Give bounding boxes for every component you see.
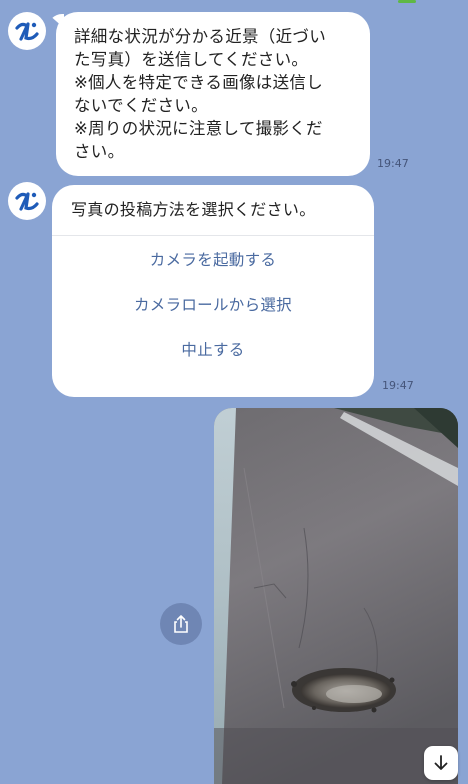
message-line: た写真）を送信してください。 — [74, 50, 309, 69]
card-title: 写真の投稿方法を選択ください。 — [52, 185, 374, 236]
share-icon — [174, 615, 188, 633]
cancel-button[interactable]: 中止する — [52, 328, 374, 373]
message-line: ないでください。 — [74, 96, 208, 115]
sent-photo[interactable] — [214, 408, 458, 784]
message-time: 19:47 — [382, 379, 414, 392]
message-time: 19:47 — [377, 157, 409, 170]
arrow-down-icon — [434, 755, 448, 770]
photo-method-card: 写真の投稿方法を選択ください。 カメラを起動する カメラロールから選択 中止する — [52, 185, 374, 397]
pothole-photo — [214, 408, 458, 784]
launch-camera-button[interactable]: カメラを起動する — [52, 238, 374, 283]
message-line: 詳細な状況が分かる近景（近づい — [74, 27, 326, 46]
status-indicator — [398, 0, 416, 3]
message-line: ※周りの状況に注意して撮影くだ — [74, 119, 323, 138]
bot-avatar-icon[interactable] — [8, 182, 46, 220]
bot-avatar-icon[interactable] — [8, 12, 46, 50]
message-line: さい。 — [74, 142, 125, 161]
scroll-down-button[interactable] — [424, 746, 458, 780]
share-button[interactable] — [160, 603, 202, 645]
instruction-message: 詳細な状況が分かる近景（近づい た写真）を送信してください。 ※個人を特定できる… — [56, 12, 370, 176]
message-line: ※個人を特定できる画像は送信し — [74, 73, 323, 92]
camera-roll-button[interactable]: カメラロールから選択 — [52, 283, 374, 328]
